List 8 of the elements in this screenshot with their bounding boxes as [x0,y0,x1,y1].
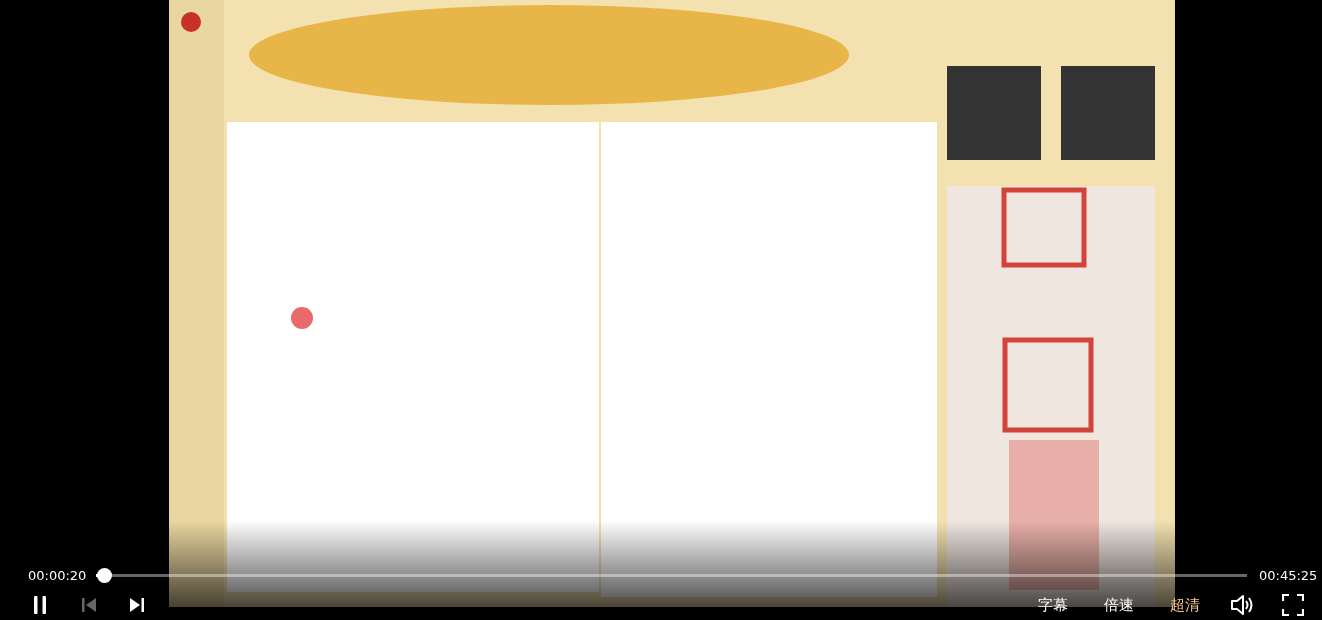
volume-icon[interactable] [1230,593,1254,616]
duration-time: 00:45:25 [1259,567,1318,585]
player-option-button[interactable]: 字幕 [1038,593,1068,616]
fullscreen-icon[interactable] [1282,593,1304,616]
progress-handle[interactable] [96,568,112,584]
player-option-button[interactable]: 倍速 [1104,593,1134,616]
elapsed-time: 00:00:20 [28,567,84,585]
player-option-button[interactable]: 超清 [1170,593,1200,616]
